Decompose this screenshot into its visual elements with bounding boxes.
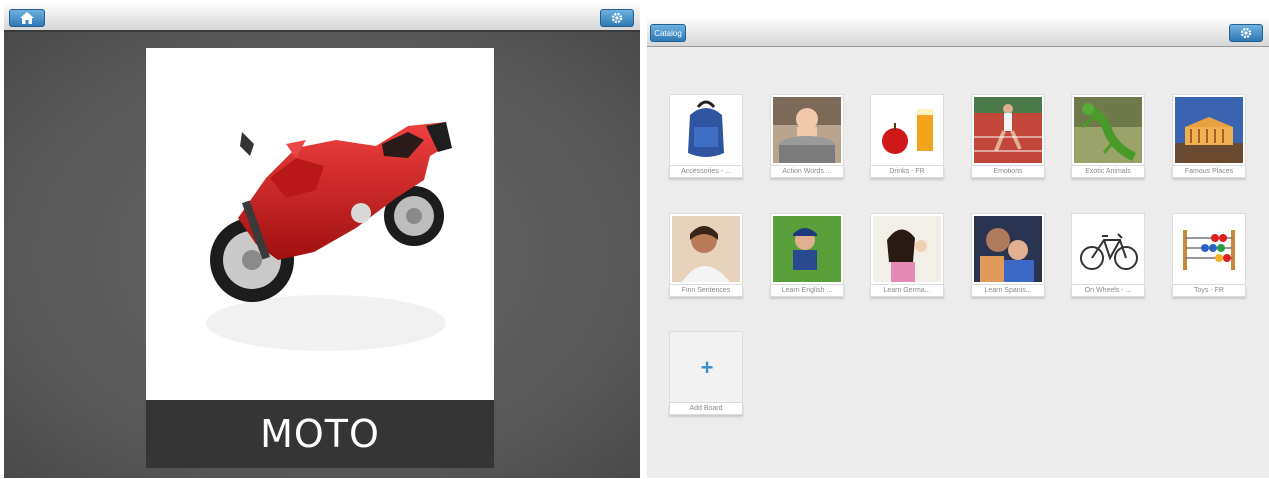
bicycle-image bbox=[1074, 216, 1142, 282]
board-tile[interactable]: Finn Sentences bbox=[669, 213, 743, 299]
board-label: Accessories - ... bbox=[669, 166, 743, 178]
board-tile[interactable]: Accessories - ... bbox=[669, 94, 743, 180]
board-thumbnail bbox=[1172, 94, 1246, 166]
board-label: Toys - FR bbox=[1172, 285, 1246, 297]
board-thumbnail bbox=[669, 94, 743, 166]
smiling-woman-image bbox=[672, 216, 740, 282]
lit-up-monument-image bbox=[1175, 97, 1243, 163]
settings-button[interactable] bbox=[1229, 24, 1263, 42]
girl-eating-image bbox=[873, 216, 941, 282]
card-image bbox=[146, 48, 494, 400]
add-board-thumbnail: + bbox=[669, 331, 743, 403]
board-thumbnail bbox=[1071, 94, 1145, 166]
green-lizard-image bbox=[1074, 97, 1142, 163]
gear-icon bbox=[611, 12, 623, 24]
board-thumbnail bbox=[1172, 213, 1246, 285]
board-tile[interactable]: Drinks - FR bbox=[870, 94, 944, 180]
board-label: Drinks - FR bbox=[870, 166, 944, 178]
card-word-label: MOTO bbox=[146, 400, 494, 468]
motorcycle-image bbox=[206, 122, 452, 351]
catalog-screen: Catalog Accessories - ... Action Words .… bbox=[647, 19, 1269, 478]
board-tile[interactable]: Famous Places bbox=[1172, 94, 1246, 180]
board-tile[interactable]: On Wheels - ... bbox=[1071, 213, 1145, 299]
plus-icon: + bbox=[700, 355, 714, 380]
mother-and-child-image bbox=[974, 216, 1042, 282]
catalog-button[interactable]: Catalog bbox=[650, 24, 686, 42]
board-tile[interactable]: Toys - FR bbox=[1172, 213, 1246, 299]
board-thumbnail bbox=[770, 213, 844, 285]
board-tile[interactable]: Action Words ... bbox=[770, 94, 844, 180]
home-icon bbox=[20, 12, 34, 24]
board-label: Learn Germa... bbox=[870, 285, 944, 297]
board-label: Emotions bbox=[971, 166, 1045, 178]
board-thumbnail bbox=[971, 94, 1045, 166]
card-view-screen: MOTO bbox=[4, 4, 640, 478]
word-card[interactable]: MOTO bbox=[146, 48, 494, 468]
add-board-label: Add Board bbox=[669, 403, 743, 415]
top-toolbar bbox=[4, 4, 640, 32]
runner-on-track-image bbox=[974, 97, 1042, 163]
board-label: Learn Spanis... bbox=[971, 285, 1045, 297]
board-tile[interactable]: Emotions bbox=[971, 94, 1045, 180]
board-thumbnail bbox=[870, 94, 944, 166]
apple-and-juice-image bbox=[873, 97, 941, 163]
abacus-image bbox=[1175, 216, 1243, 282]
board-label: Action Words ... bbox=[770, 166, 844, 178]
board-label: Finn Sentences bbox=[669, 285, 743, 297]
board-thumbnail bbox=[870, 213, 944, 285]
board-label: Learn English ... bbox=[770, 285, 844, 297]
home-button[interactable] bbox=[9, 9, 45, 27]
board-thumbnail bbox=[971, 213, 1045, 285]
gear-icon bbox=[1240, 27, 1252, 39]
board-tile[interactable]: Exotic Animals bbox=[1071, 94, 1145, 180]
backpack-image bbox=[672, 97, 740, 163]
board-thumbnail bbox=[770, 94, 844, 166]
board-label: On Wheels - ... bbox=[1071, 285, 1145, 297]
board-tile[interactable]: Learn Spanis... bbox=[971, 213, 1045, 299]
baby-in-bucket-image bbox=[773, 97, 841, 163]
add-board-tile[interactable]: + Add Board bbox=[669, 331, 743, 417]
boy-in-grass-image bbox=[773, 216, 841, 282]
board-label: Famous Places bbox=[1172, 166, 1246, 178]
top-toolbar: Catalog bbox=[647, 19, 1269, 47]
board-thumbnail bbox=[1071, 213, 1145, 285]
board-label: Exotic Animals bbox=[1071, 166, 1145, 178]
board-tile[interactable]: Learn English ... bbox=[770, 213, 844, 299]
settings-button[interactable] bbox=[600, 9, 634, 27]
board-thumbnail bbox=[669, 213, 743, 285]
board-tile[interactable]: Learn Germa... bbox=[870, 213, 944, 299]
